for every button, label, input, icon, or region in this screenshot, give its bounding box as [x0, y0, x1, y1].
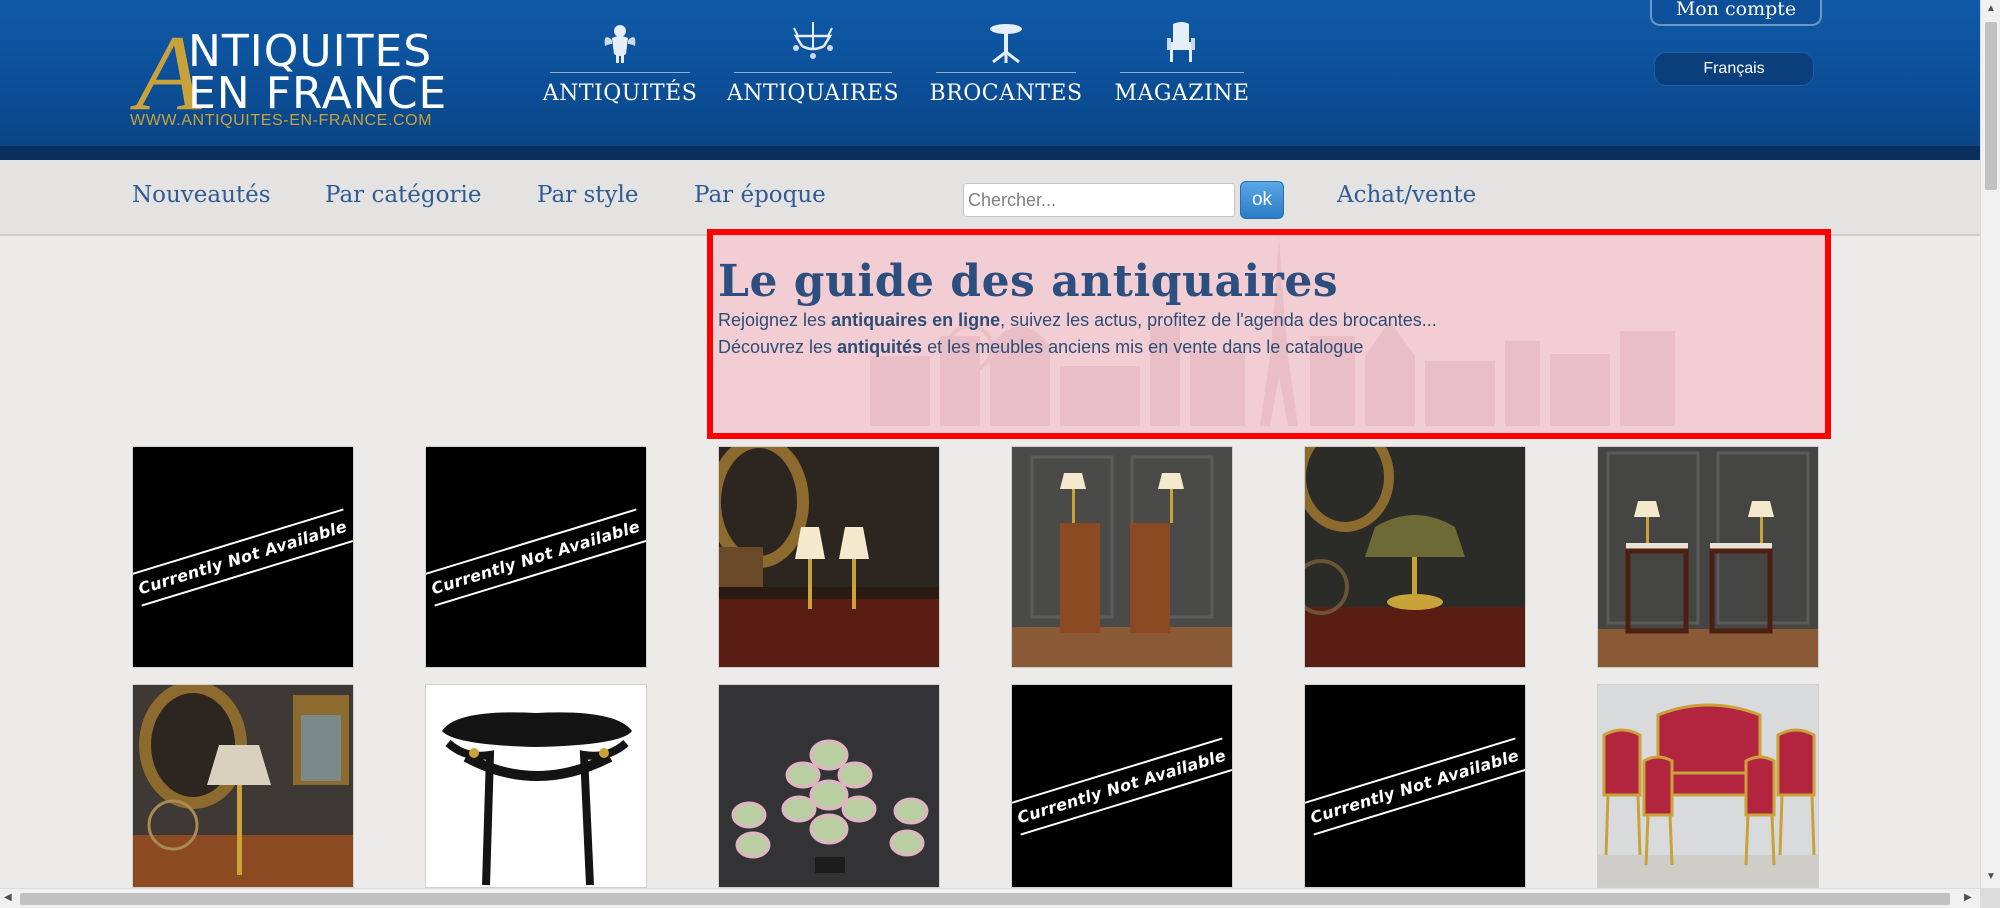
nav-antiquites[interactable]: ANTIQUITÉS	[543, 20, 697, 120]
product-tile[interactable]: Currently Not Available	[425, 446, 647, 668]
product-tile[interactable]	[1011, 446, 1233, 668]
product-tile[interactable]: Currently Not Available	[132, 446, 354, 668]
product-tile[interactable]	[1597, 446, 1819, 668]
armchair-icon	[1167, 22, 1195, 62]
not-available-text: Currently Not Available	[1305, 736, 1525, 836]
subnav-par-categorie[interactable]: Par catégorie	[325, 182, 481, 208]
product-photo-lamps	[719, 447, 939, 667]
vertical-scrollbar[interactable]: ▲ ▼	[1980, 0, 2000, 888]
product-photo-salon-set	[1598, 685, 1818, 887]
header-bottom-band	[0, 146, 1980, 160]
nav-label: BROCANTES	[929, 81, 1083, 106]
scroll-down-arrow-icon[interactable]: ▼	[1986, 872, 1996, 882]
subnav-par-style[interactable]: Par style	[537, 182, 638, 208]
horizontal-scrollbar[interactable]: ◀ ▶	[0, 888, 1980, 908]
subnav-par-epoque[interactable]: Par époque	[694, 182, 826, 208]
site-logo[interactable]: A NTIQUITES EN FRANCE WWW.ANTIQUITES-EN-…	[130, 20, 450, 134]
account-button[interactable]: Mon compte	[1650, 0, 1822, 26]
search-input[interactable]	[963, 183, 1235, 217]
product-photo-bouillotte-lamp	[1305, 447, 1525, 667]
logo-url: WWW.ANTIQUITES-EN-FRANCE.COM	[130, 112, 433, 129]
subnav-nouveautes[interactable]: Nouveautés	[132, 182, 271, 208]
search-ok-button[interactable]: ok	[1240, 181, 1284, 219]
nav-magazine[interactable]: MAGAZINE	[1114, 20, 1249, 120]
nav-rule	[550, 72, 690, 73]
nav-rule	[936, 72, 1076, 73]
nav-rule	[734, 72, 892, 73]
product-tile[interactable]	[1597, 684, 1819, 888]
sub-nav: Nouveautés Par catégorie Par style Par é…	[0, 160, 1980, 236]
subnav-achat-vente[interactable]: Achat/vente	[1337, 182, 1476, 208]
scroll-up-arrow-icon[interactable]: ▲	[1986, 4, 1996, 14]
product-photo-side-tables	[1598, 447, 1818, 667]
not-available-label: Currently Not Available	[426, 447, 646, 667]
product-photo-black-table	[426, 685, 646, 887]
link-antiquites[interactable]: antiquités	[837, 337, 922, 357]
link-antiquaires-en-ligne[interactable]: antiquaires en ligne	[831, 310, 1000, 330]
not-available-label: Currently Not Available	[133, 447, 353, 667]
product-tile[interactable]	[132, 684, 354, 888]
scroll-left-arrow-icon[interactable]: ◀	[4, 893, 12, 903]
nav-label: ANTIQUITÉS	[542, 81, 698, 106]
language-selector[interactable]: Français	[1654, 52, 1814, 86]
product-photo-nightstands	[1012, 447, 1232, 667]
gueridon-table-icon	[990, 24, 1022, 64]
nav-brocantes[interactable]: BROCANTES	[929, 20, 1082, 120]
not-available-text: Currently Not Available	[133, 507, 353, 607]
chandelier-icon	[793, 22, 833, 59]
not-available-text: Currently Not Available	[1012, 736, 1232, 836]
product-tile[interactable]	[1304, 446, 1526, 668]
horizontal-scroll-thumb[interactable]	[20, 893, 1950, 905]
not-available-label: Currently Not Available	[1012, 685, 1232, 887]
cherub-icon	[604, 25, 636, 63]
not-available-text: Currently Not Available	[426, 507, 646, 607]
vertical-scroll-thumb[interactable]	[1985, 22, 1997, 190]
nav-label: MAGAZINE	[1114, 81, 1250, 106]
main-nav: ANTIQUITÉS ANTIQUAIRES BROCANTES MAGAZIN…	[543, 20, 1288, 120]
hero-line-1-start: Rejoignez les	[718, 310, 832, 330]
product-tile[interactable]: Currently Not Available	[1011, 684, 1233, 888]
hero-line-2-end: et les meubles anciens mis en vente dans…	[922, 337, 1364, 357]
nav-label: ANTIQUAIRES	[726, 81, 900, 106]
hero-title: Le guide des antiquaires	[718, 256, 1339, 307]
hero-line-2: Découvrez les antiquités et les meubles …	[718, 337, 1363, 358]
product-photo-plates	[719, 685, 939, 887]
product-tile[interactable]	[425, 684, 647, 888]
product-tile[interactable]: Currently Not Available	[1304, 684, 1526, 888]
product-tile[interactable]	[718, 446, 940, 668]
product-photo-mirror-lamp	[133, 685, 353, 887]
nav-antiquaires[interactable]: ANTIQUAIRES	[727, 20, 899, 120]
nav-rule	[1120, 72, 1244, 73]
not-available-label: Currently Not Available	[1305, 685, 1525, 887]
site-header: A NTIQUITES EN FRANCE WWW.ANTIQUITES-EN-…	[0, 0, 1980, 146]
hero-line-2-start: Découvrez les	[718, 337, 838, 357]
hero-line-1: Rejoignez les antiquaires en ligne, suiv…	[718, 310, 1437, 331]
hero-line-1-end: , suivez les actus, profitez de l'agenda…	[1000, 310, 1437, 330]
scroll-right-arrow-icon[interactable]: ▶	[1964, 893, 1972, 903]
product-tile[interactable]	[718, 684, 940, 888]
scrollbar-corner	[1980, 888, 2000, 908]
